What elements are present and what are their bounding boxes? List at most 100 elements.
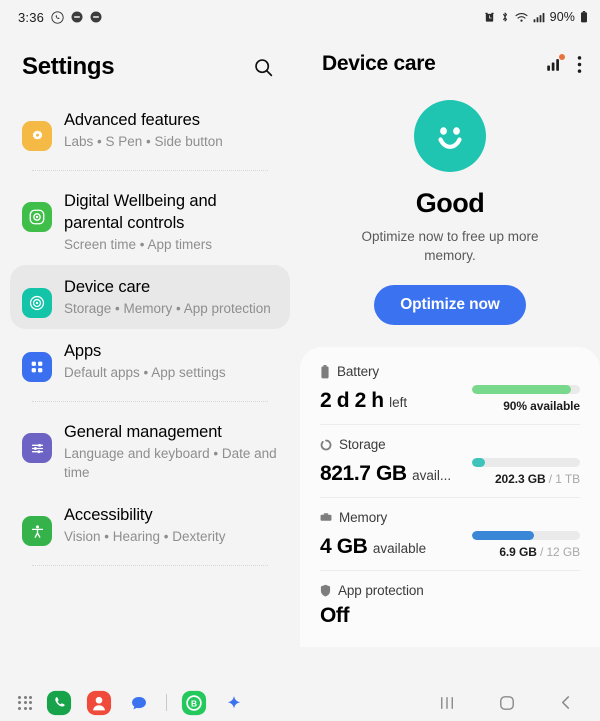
sidebar-item-text: Advanced features Labs • S Pen • Side bu… bbox=[64, 109, 278, 151]
gear-icon bbox=[22, 121, 52, 151]
card-value-unit: available bbox=[372, 541, 427, 556]
sidebar-item-label: Accessibility bbox=[64, 506, 153, 524]
device-care-header: Device care bbox=[300, 34, 600, 88]
card-header: Memory bbox=[320, 510, 580, 525]
card-value-number: 821.7 GB bbox=[320, 462, 407, 485]
card-label: Memory bbox=[339, 510, 388, 525]
wellbeing-icon bbox=[22, 202, 52, 232]
home-icon[interactable] bbox=[499, 695, 515, 711]
taskbar-divider bbox=[166, 694, 167, 711]
status-time: 3:36 bbox=[18, 9, 45, 25]
card-meter-fill bbox=[472, 385, 572, 394]
list-divider bbox=[32, 170, 268, 171]
notification-badge bbox=[559, 54, 565, 60]
card-value-unit: avail... bbox=[412, 468, 452, 483]
device-care-pane: Device care Good Optimize now to free up… bbox=[300, 34, 600, 684]
contacts-icon[interactable] bbox=[86, 690, 112, 716]
card-row-battery[interactable]: Battery 2 d 2 h left 90% available bbox=[302, 351, 598, 424]
sidebar-item-general-management[interactable]: General management Language and keyboard… bbox=[10, 410, 290, 493]
card-meter-text: 202.3 GB / 1 TB bbox=[460, 472, 580, 486]
sidebar-item-label: Apps bbox=[64, 342, 102, 360]
card-body: 821.7 GB avail... 202.3 GB / 1 TB bbox=[320, 458, 580, 486]
status-title: Good bbox=[415, 188, 485, 218]
sidebar-item-text: Device care Storage • Memory • App prote… bbox=[64, 276, 278, 318]
search-icon[interactable] bbox=[248, 52, 278, 82]
more-options-icon[interactable] bbox=[577, 55, 582, 74]
card-meter-wrap: 6.9 GB / 12 GB bbox=[460, 531, 580, 559]
back-icon[interactable] bbox=[559, 695, 572, 710]
card-meter-wrap: 90% available bbox=[460, 385, 580, 413]
card-meter-text: 90% available bbox=[460, 399, 580, 413]
device-status-hero: Good Optimize now to free up more memory… bbox=[300, 88, 600, 325]
card-meter-fill bbox=[472, 531, 534, 540]
sidebar-item-text: Accessibility Vision • Hearing • Dexteri… bbox=[64, 504, 278, 546]
whatsapp-icon bbox=[51, 10, 64, 24]
device-care-title: Device care bbox=[322, 52, 436, 75]
sidebar-item-summary: Storage • Memory • App protection bbox=[64, 301, 271, 316]
signal-icon bbox=[533, 12, 545, 23]
page-title: Settings bbox=[22, 53, 115, 80]
status-bar-right: 90% bbox=[484, 10, 588, 24]
phone-screen: 3:36 90% Settings Advanced features Labs… bbox=[0, 0, 600, 721]
card-body: 2 d 2 h left 90% available bbox=[320, 385, 580, 413]
taskbar-apps: B bbox=[18, 690, 247, 716]
taskbar: B bbox=[0, 684, 600, 721]
card-value: 2 d 2 h left bbox=[320, 389, 407, 413]
wifi-icon bbox=[515, 12, 528, 23]
sparkle-icon[interactable] bbox=[221, 690, 247, 716]
sidebar-item-summary: Default apps • App settings bbox=[64, 365, 226, 380]
sidebar-item-accessibility[interactable]: Accessibility Vision • Hearing • Dexteri… bbox=[10, 493, 290, 557]
card-row-app-protection[interactable]: App protection Off bbox=[302, 570, 598, 639]
card-meter-wrap: 202.3 GB / 1 TB bbox=[460, 458, 580, 486]
sidebar-item-summary: Vision • Hearing • Dexterity bbox=[64, 529, 226, 544]
card-body: Off bbox=[320, 604, 580, 628]
card-meter-used: 90% available bbox=[503, 399, 580, 413]
storage-icon bbox=[320, 439, 332, 451]
bluetooth-icon bbox=[500, 11, 510, 23]
whatsapp-business-icon[interactable]: B bbox=[181, 690, 207, 716]
notification-dot-icon bbox=[90, 11, 102, 23]
accessibility-icon bbox=[22, 516, 52, 546]
card-meter-total: / 1 TB bbox=[545, 472, 580, 486]
sidebar-item-apps[interactable]: Apps Default apps • App settings bbox=[10, 329, 290, 393]
card-label: Battery bbox=[337, 364, 380, 379]
sidebar-item-text: General management Language and keyboard… bbox=[64, 421, 278, 482]
status-bar-left: 3:36 bbox=[18, 10, 102, 25]
settings-list: Advanced features Labs • S Pen • Side bu… bbox=[0, 98, 300, 566]
messages-icon[interactable] bbox=[126, 690, 152, 716]
sidebar-item-summary: Language and keyboard • Date and time bbox=[64, 446, 277, 480]
card-row-memory[interactable]: Memory 4 GB available 6.9 GB / 12 GB bbox=[302, 497, 598, 570]
card-meter-used: 202.3 GB bbox=[494, 472, 546, 486]
sidebar-item-label: Advanced features bbox=[64, 111, 200, 129]
recents-icon[interactable] bbox=[439, 696, 455, 710]
card-label: App protection bbox=[338, 583, 424, 598]
status-bar: 3:36 90% bbox=[0, 0, 600, 34]
app-drawer-dots-icon[interactable] bbox=[18, 695, 32, 710]
sidebar-item-label: Digital Wellbeing and parental controls bbox=[64, 192, 217, 232]
bar-chart-icon[interactable] bbox=[545, 54, 565, 73]
device-care-icon bbox=[22, 288, 52, 318]
sidebar-item-summary: Screen time • App timers bbox=[64, 237, 213, 252]
card-row-storage[interactable]: Storage 821.7 GB avail... 202.3 GB / 1 T… bbox=[302, 424, 598, 497]
sliders-icon bbox=[22, 433, 52, 463]
sidebar-item-advanced-features[interactable]: Advanced features Labs • S Pen • Side bu… bbox=[10, 98, 290, 162]
memory-icon bbox=[320, 512, 332, 523]
optimize-now-button[interactable]: Optimize now bbox=[374, 285, 526, 325]
device-care-actions bbox=[545, 54, 582, 74]
sidebar-item-text: Apps Default apps • App settings bbox=[64, 340, 278, 382]
sidebar-item-label: Device care bbox=[64, 278, 151, 296]
svg-text:B: B bbox=[191, 698, 197, 708]
shield-icon bbox=[320, 584, 331, 597]
card-header: App protection bbox=[320, 583, 580, 598]
card-value-number: 2 d 2 h bbox=[320, 389, 384, 412]
sidebar-item-digital-wellbeing[interactable]: Digital Wellbeing and parental controls … bbox=[10, 179, 290, 265]
list-divider bbox=[32, 401, 268, 402]
apps-grid-icon bbox=[22, 352, 52, 382]
device-status-cards: Battery 2 d 2 h left 90% available Stora… bbox=[300, 347, 600, 647]
sidebar-item-device-care[interactable]: Device care Storage • Memory • App prote… bbox=[10, 265, 290, 329]
card-value-number: Off bbox=[320, 604, 350, 627]
card-header: Battery bbox=[320, 364, 580, 379]
card-meter-text: 6.9 GB / 12 GB bbox=[460, 545, 580, 559]
card-meter-total: / 12 GB bbox=[536, 545, 580, 559]
phone-icon[interactable] bbox=[46, 690, 72, 716]
